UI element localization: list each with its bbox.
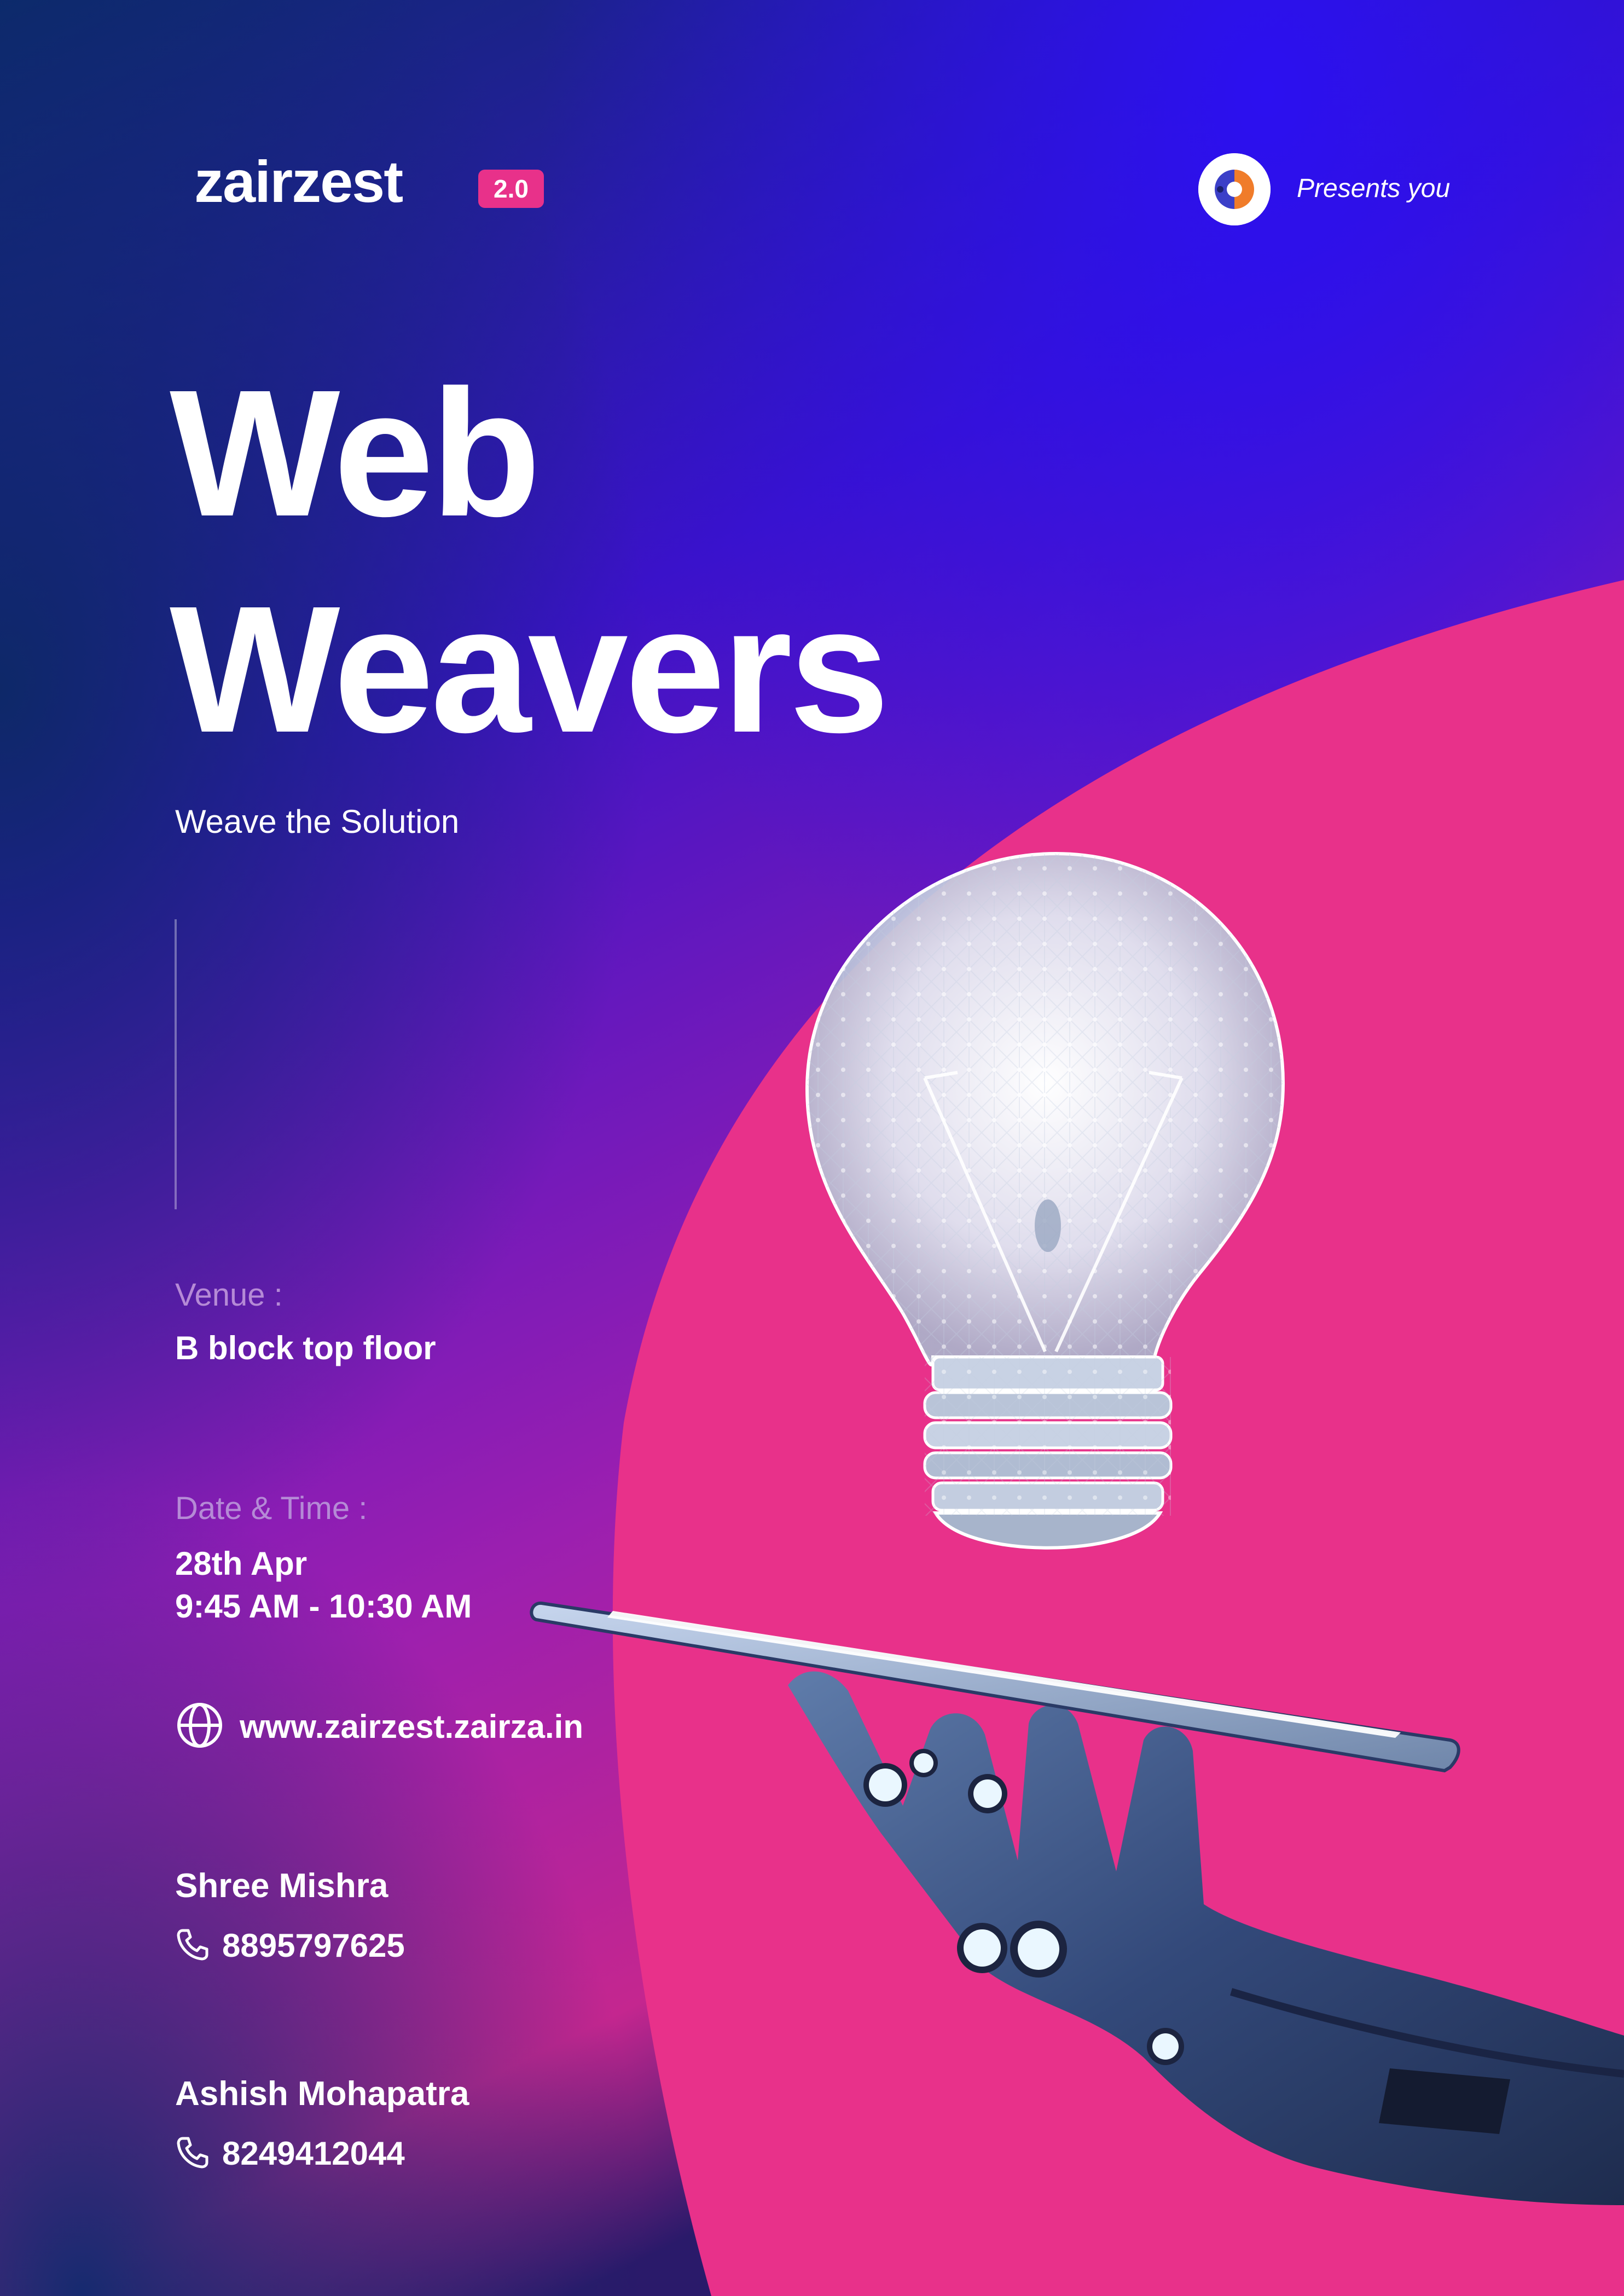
contact-phone[interactable]: 8249412044 (222, 2132, 405, 2176)
brand-logo-wordmark: zairzest (194, 148, 403, 214)
website-row[interactable]: www.zairzest.zairza.in (175, 1701, 583, 1753)
event-title: Web Weavers (170, 345, 890, 777)
contact-phone-row[interactable]: 8249412044 (175, 2132, 405, 2176)
website-link[interactable]: www.zairzest.zairza.in (240, 1705, 583, 1749)
brand-version-badge: 2.0 (478, 170, 544, 208)
presents-label: Presents you (1297, 174, 1451, 203)
event-tagline: Weave the Solution (175, 803, 460, 840)
globe-icon (175, 1701, 224, 1753)
partner-logo-icon (1198, 153, 1271, 225)
vertical-divider (175, 919, 177, 1209)
contact-phone[interactable]: 8895797625 (222, 1924, 405, 1968)
contact-name: Shree Mishra (175, 1867, 388, 1905)
phone-icon (175, 2135, 210, 2173)
event-time: 9:45 AM - 10:30 AM (175, 1588, 472, 1625)
venue-label: Venue : (175, 1277, 283, 1313)
phone-icon (175, 1927, 210, 1965)
contact-phone-row[interactable]: 8895797625 (175, 1924, 405, 1968)
event-poster: zairzest 2.0 Presents you Web Weavers We… (0, 0, 1624, 2296)
event-date: 28th Apr (175, 1545, 308, 1582)
event-title-line2: Weavers (170, 568, 890, 770)
venue-value: B block top floor (175, 1330, 436, 1366)
event-title-line1: Web (170, 352, 541, 554)
contact-name: Ashish Mohapatra (175, 2075, 469, 2113)
datetime-label: Date & Time : (175, 1491, 368, 1526)
